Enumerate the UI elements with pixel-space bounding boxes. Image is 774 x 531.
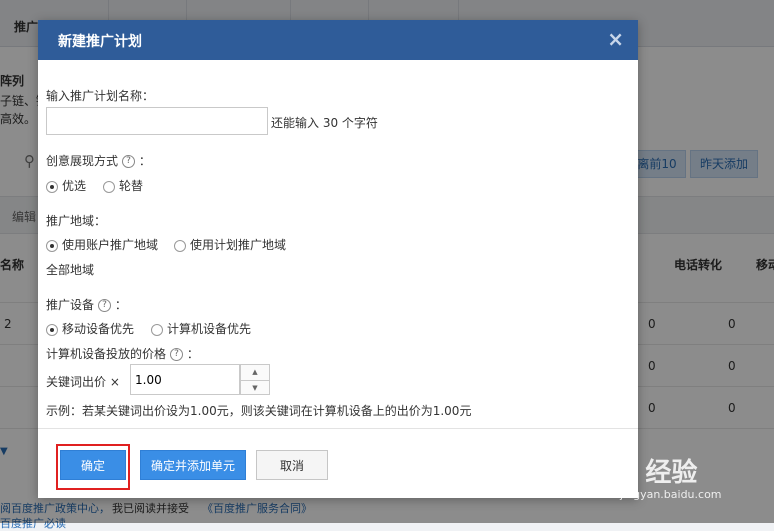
- new-campaign-dialog: 新建推广计划 × 输入推广计划名称： 还能输入 30 个字符 创意展现方式? ：…: [38, 20, 638, 498]
- radio-checked-icon: [46, 180, 58, 193]
- dialog-title: 新建推广计划: [58, 34, 142, 50]
- display-mode-text: 创意展现方式: [46, 154, 119, 168]
- display-option-preferred[interactable]: 优选: [46, 177, 86, 194]
- device-colon: ：: [114, 298, 127, 312]
- help-icon[interactable]: ?: [98, 299, 112, 312]
- display-mode-label: 创意展现方式? ：: [46, 152, 151, 169]
- keyword-bid-stepper[interactable]: ▲ ▼: [240, 364, 270, 395]
- dialog-footer-divider: [38, 428, 638, 429]
- device-option-mobile[interactable]: 移动设备优先: [46, 320, 134, 337]
- display-mode-colon: ：: [138, 154, 151, 168]
- radio-checked-icon: [46, 323, 58, 336]
- region-value: 全部地域: [46, 263, 95, 277]
- help-icon[interactable]: ?: [122, 155, 136, 168]
- radio-unchecked-icon: [174, 239, 186, 252]
- watermark-url: jingyan.baidu.com: [620, 488, 722, 501]
- region-label: 推广地域：: [46, 214, 107, 228]
- pc-price-label: 计算机设备投放的价格? ：: [46, 345, 199, 362]
- radio-label: 轮替: [119, 179, 144, 193]
- confirm-add-unit-button[interactable]: 确定并添加单元: [140, 450, 246, 480]
- baidu-jingyan-watermark: Bai 经验: [590, 458, 698, 488]
- pc-price-text: 计算机设备投放的价格: [46, 347, 167, 361]
- region-option-plan[interactable]: 使用计划推广地域: [174, 236, 286, 253]
- close-icon[interactable]: ×: [607, 28, 624, 50]
- keyword-bid-label: 关键词出价 ×: [46, 375, 120, 389]
- radio-checked-icon: [46, 239, 58, 252]
- radio-unchecked-icon: [151, 323, 163, 336]
- radio-label: 移动设备优先: [62, 322, 135, 336]
- help-icon[interactable]: ?: [170, 348, 184, 361]
- radio-label: 使用计划推广地域: [190, 238, 287, 252]
- display-option-rotate[interactable]: 轮替: [103, 177, 143, 194]
- radio-label: 计算机设备优先: [167, 322, 252, 336]
- plan-name-input[interactable]: [46, 107, 268, 135]
- device-option-pc[interactable]: 计算机设备优先: [151, 320, 251, 337]
- example-text: 示例：若某关键词出价设为1.00元，则该关键词在计算机设备上的出价为1.00元: [46, 404, 472, 418]
- increment-icon[interactable]: ▲: [241, 365, 269, 381]
- radio-label: 使用账户推广地域: [62, 238, 159, 252]
- plan-name-hint: 还能输入 30 个字符: [271, 116, 378, 130]
- plan-name-label: 输入推广计划名称：: [46, 89, 155, 103]
- dialog-header: 新建推广计划 ×: [38, 20, 638, 60]
- radio-unchecked-icon: [103, 180, 115, 193]
- highlight-box: [56, 444, 130, 490]
- pc-price-colon: ：: [186, 347, 199, 361]
- radio-label: 优选: [62, 179, 87, 193]
- device-text: 推广设备: [46, 298, 95, 312]
- device-label: 推广设备? ：: [46, 296, 127, 313]
- cancel-button[interactable]: 取消: [256, 450, 328, 480]
- keyword-bid-input[interactable]: [130, 364, 240, 395]
- decrement-icon[interactable]: ▼: [241, 381, 269, 396]
- region-option-account[interactable]: 使用账户推广地域: [46, 236, 158, 253]
